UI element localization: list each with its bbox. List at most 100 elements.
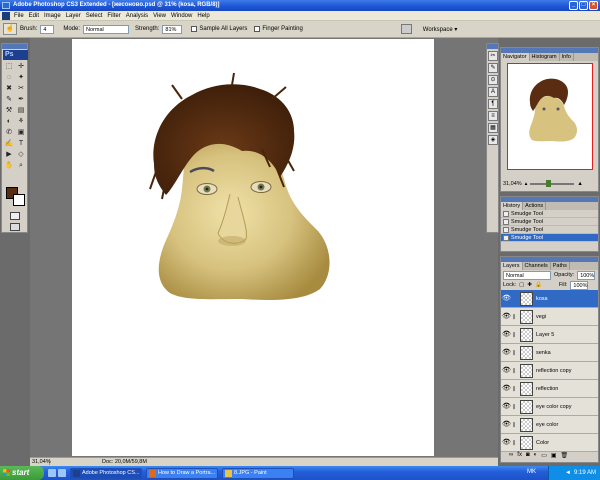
canvas[interactable] (72, 39, 434, 456)
magic-wand-tool-icon[interactable]: ✦ (15, 72, 27, 83)
taskbar-button-browser[interactable]: How to Draw a Portra... (146, 467, 218, 479)
palette-well-icon[interactable] (400, 24, 412, 34)
adjustment-layer-icon[interactable]: ◐ (534, 452, 538, 461)
history-item[interactable]: Smudge Tool (501, 210, 598, 218)
delete-layer-icon[interactable]: 🗑 (561, 452, 569, 461)
eye-icon[interactable]: 👁 (502, 348, 511, 357)
minimize-button[interactable]: _ (569, 1, 578, 10)
character-icon[interactable]: A (488, 87, 498, 97)
sample-all-layers-checkbox[interactable] (191, 26, 198, 32)
show-desktop-icon[interactable] (48, 469, 56, 477)
layer-mask-icon[interactable]: ◙ (526, 452, 530, 461)
document-size-info[interactable]: Doc: 20,0M/59,8M (102, 459, 147, 465)
menu-help[interactable]: Help (197, 13, 209, 19)
eraser-tool-icon[interactable]: ◐ (3, 116, 15, 127)
sample-all-layers-option[interactable]: Sample All Layers (191, 26, 247, 32)
menu-filter[interactable]: Filter (107, 13, 120, 19)
tab-channels[interactable]: Channels (523, 262, 551, 270)
close-button[interactable]: × (589, 1, 598, 10)
move-tool-icon[interactable]: ✛ (15, 61, 27, 72)
zoom-slider-thumb[interactable] (546, 179, 552, 187)
finger-painting-checkbox[interactable] (254, 26, 261, 32)
lock-pixels-icon[interactable]: ▢ (519, 282, 524, 288)
strip-header[interactable] (487, 44, 498, 49)
eye-icon[interactable]: 👁 (502, 420, 511, 429)
fill-input[interactable]: 100% (570, 280, 589, 290)
eye-icon[interactable]: 👁 (502, 366, 511, 375)
menu-select[interactable]: Select (86, 13, 103, 19)
history-brush-tool-icon[interactable]: ▤ (15, 105, 27, 116)
dodge-tool-icon[interactable]: ▣ (15, 127, 27, 138)
tab-info[interactable]: Info (560, 53, 574, 61)
eye-icon[interactable]: 👁 (502, 402, 511, 411)
tab-paths[interactable]: Paths (551, 262, 570, 270)
shape-tool-icon[interactable]: ◇ (15, 149, 27, 160)
background-color-swatch[interactable] (13, 194, 25, 206)
tab-actions[interactable]: Actions (523, 202, 547, 210)
layer-style-icon[interactable]: fx (517, 452, 522, 461)
menu-layer[interactable]: Layer (66, 13, 81, 19)
zoom-out-icon[interactable]: ▴ (525, 181, 528, 187)
eye-icon[interactable]: 👁 (502, 312, 511, 321)
strength-input[interactable]: 81% (162, 24, 183, 34)
toolbox-header[interactable] (2, 44, 27, 49)
swatches-icon[interactable]: ▦ (488, 123, 498, 133)
clone-stamp-tool-icon[interactable]: ⚒ (3, 105, 15, 116)
blend-mode-select[interactable]: Normal (503, 270, 551, 280)
new-layer-icon[interactable]: ▣ (551, 452, 557, 461)
layer-row[interactable]: 👁 ∥ Layer 5 (501, 326, 598, 344)
hand-tool-icon[interactable]: ✋ (3, 160, 15, 171)
marquee-tool-icon[interactable]: ⬚ (3, 61, 15, 72)
navigator-thumbnail[interactable] (507, 63, 593, 170)
menu-edit[interactable]: Edit (29, 13, 39, 19)
quick-mask-icon[interactable] (10, 212, 20, 220)
tab-history[interactable]: History (501, 202, 524, 210)
layer-row[interactable]: 👁 ∥ eye color copy (501, 398, 598, 416)
workspace-menu[interactable]: Workspace ▾ (423, 26, 458, 33)
layer-comps-icon[interactable]: ≡ (488, 111, 498, 121)
navigator-zoom-value[interactable]: 31,04% (503, 181, 522, 187)
lasso-tool-icon[interactable]: ◌ (3, 72, 15, 83)
clone-source-icon[interactable]: ⊙ (488, 75, 498, 85)
start-button[interactable]: start (0, 466, 44, 480)
zoom-level-field[interactable]: 31,04% (30, 459, 51, 465)
link-layers-icon[interactable]: ∞ (509, 452, 513, 461)
menu-view[interactable]: View (153, 13, 166, 19)
lock-position-icon[interactable]: ✚ (527, 282, 532, 288)
language-indicator[interactable]: MK (527, 469, 536, 475)
eye-icon[interactable]: 👁 (502, 438, 511, 447)
zoom-in-icon[interactable]: ▲ (577, 181, 582, 187)
tool-presets-icon[interactable]: ✂ (488, 51, 498, 61)
navigator-zoom-slider[interactable] (530, 179, 575, 187)
browser-quicklaunch-icon[interactable] (58, 469, 66, 477)
layer-row-selected[interactable]: 👁 kosa (501, 290, 598, 308)
opacity-input[interactable]: 100% (577, 270, 596, 280)
eye-icon[interactable]: 👁 (502, 384, 511, 393)
eye-icon[interactable]: 👁 (502, 294, 511, 303)
zoom-tool-icon[interactable]: ⌕ (15, 160, 27, 171)
lock-all-icon[interactable]: 🔒 (535, 282, 542, 288)
crop-tool-icon[interactable]: ✖ (3, 83, 15, 94)
history-item-selected[interactable]: Smudge Tool (501, 234, 598, 242)
styles-icon[interactable]: ◈ (488, 135, 498, 145)
type-tool-icon[interactable]: T (15, 138, 27, 149)
layer-row[interactable]: 👁 ∥ reflection (501, 380, 598, 398)
menu-file[interactable]: File (14, 13, 24, 19)
layer-row[interactable]: 👁 ∥ reflection copy (501, 362, 598, 380)
tab-layers[interactable]: Layers (501, 262, 523, 270)
gradient-tool-icon[interactable]: ⚘ (15, 116, 27, 127)
tab-histogram[interactable]: Histogram (530, 53, 560, 61)
taskbar-button-photoshop[interactable]: Adobe Photoshop CS... (70, 467, 142, 479)
layer-row[interactable]: 👁 ∥ eye color (501, 416, 598, 434)
menu-image[interactable]: Image (44, 13, 61, 19)
slice-tool-icon[interactable]: ✂ (15, 83, 27, 94)
pen-tool-icon[interactable]: ✍ (3, 138, 15, 149)
brushes-icon[interactable]: ✎ (488, 63, 498, 73)
history-item[interactable]: Smudge Tool (501, 226, 598, 234)
brush-tool-icon[interactable]: ✒ (15, 94, 27, 105)
new-group-icon[interactable]: ▭ (541, 452, 547, 461)
healing-brush-tool-icon[interactable]: ✎ (3, 94, 15, 105)
tab-navigator[interactable]: Navigator (501, 53, 530, 61)
layer-row[interactable]: 👁 ∥ senka (501, 344, 598, 362)
menu-window[interactable]: Window (171, 13, 192, 19)
